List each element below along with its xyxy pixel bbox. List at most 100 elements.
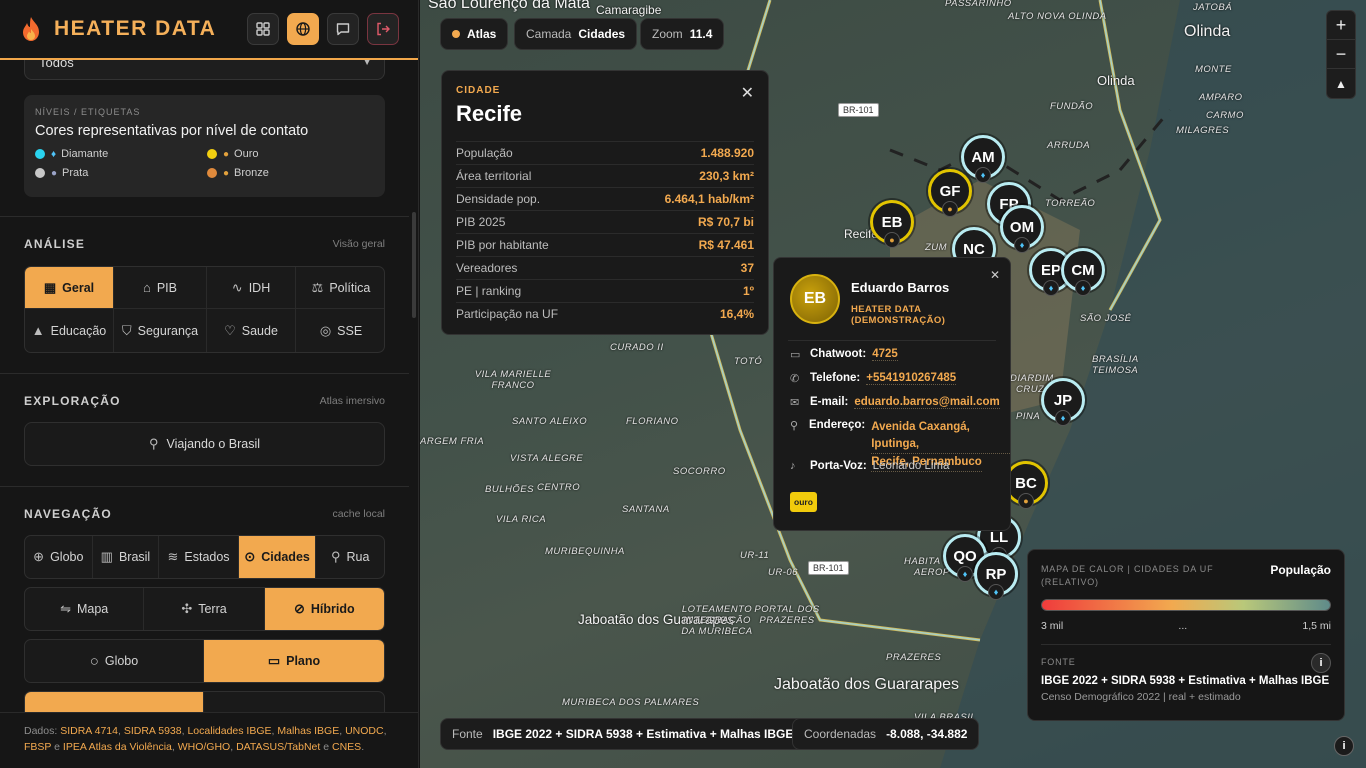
zoom-value: 11.4 [689, 27, 713, 41]
layer-chip[interactable]: Camada Cidades [514, 18, 638, 50]
city-stat-row: Densidade pop. 6.464,1 hab/km² [456, 187, 754, 210]
zoom-out-button[interactable]: − [1327, 40, 1355, 69]
projection-plano[interactable]: ▭ Plano [204, 640, 384, 682]
chat-button[interactable] [327, 13, 359, 45]
source-link[interactable]: Localidades IBGE [187, 725, 271, 737]
legend-label: Prata [62, 167, 89, 179]
legend-label: Ouro [234, 148, 259, 160]
chat-icon [336, 23, 350, 36]
analysis-tab-sse[interactable]: ◎ SSE [296, 309, 384, 352]
marker-code: LL [989, 528, 1009, 546]
tab-label: Geral [62, 280, 95, 295]
heatmap-source-detail: Censo Demográfico 2022 | real + estimado [1041, 691, 1241, 703]
compass-button[interactable]: ▲ [1327, 69, 1355, 98]
contact-row-spokesperson: ♪ Porta-Voz: Leonardo Lima [790, 460, 949, 472]
style-terra[interactable]: ✣ Terra [144, 588, 265, 630]
close-icon[interactable]: ✕ [990, 268, 1000, 282]
circle-icon: ○ [89, 652, 99, 670]
row-label: E-mail: [810, 396, 849, 408]
legend-item-prata: ● Prata [35, 167, 207, 179]
source-link[interactable]: SIDRA 5938 [124, 725, 182, 737]
address-link[interactable]: Avenida Caxangá, Iputinga, [871, 419, 1010, 454]
analysis-tab-saude[interactable]: ♡ Saude [207, 309, 296, 352]
marker-code: AM [971, 148, 995, 166]
nav-label: Globo [50, 550, 84, 564]
analysis-tab-politica[interactable]: ⚖ Política [296, 267, 384, 309]
tab-label: IDH [248, 280, 271, 295]
nav-level-rua[interactable]: ⚲ Rua [316, 536, 384, 578]
projection-selector: ○ Globo ▭ Plano [24, 639, 385, 683]
stat-label: PIB por habitante [456, 238, 549, 252]
nav-level-estados[interactable]: ≋ Estados [159, 536, 239, 578]
source-link[interactable]: SIDRA 4714 [60, 725, 118, 737]
analysis-tab-idh[interactable]: ∿ IDH [207, 267, 296, 309]
contact-marker[interactable]: RP ♦ [974, 552, 1018, 600]
marker-code: BC [1015, 474, 1037, 492]
map-label: SOCORRO [673, 466, 726, 477]
atlas-chip[interactable]: Atlas [440, 18, 509, 50]
zoom-in-button[interactable]: + [1327, 11, 1355, 40]
source-link[interactable]: DATASUS/TabNet [236, 741, 320, 753]
projection-label: Globo [104, 654, 139, 668]
source-link[interactable]: Malhas IBGE [277, 725, 339, 737]
navigation-header: NAVEGAÇÃO cache local [24, 507, 385, 521]
map-label: DIARDIM [1010, 373, 1054, 384]
nav-level-cidades[interactable]: ⊙ Cidades [238, 536, 317, 578]
contact-marker[interactable]: AM ♦ [961, 135, 1005, 183]
contact-marker[interactable]: OM ♦ [1000, 205, 1044, 253]
map-label: AMPARO [1199, 92, 1243, 103]
phone-link[interactable]: +5541910267485 [866, 372, 957, 385]
contact-marker[interactable]: JP ♦ [1041, 378, 1085, 426]
city-stat-row: Área territorial 230,3 km² [456, 164, 754, 187]
source-link[interactable]: UNODC [345, 725, 384, 737]
map-label: UR-06 [768, 567, 798, 578]
target-icon: ◎ [319, 322, 332, 338]
analysis-tab-seguranca[interactable]: ⛉ Segurança [114, 309, 207, 352]
style-mapa[interactable]: ⇋ Mapa [25, 588, 145, 630]
marker-code: EP [1040, 261, 1061, 279]
travel-brazil-button[interactable]: ⚲ Viajando o Brasil [24, 422, 385, 466]
graduation-icon: ▲ [31, 323, 45, 338]
mail-icon: ✉ [790, 397, 800, 409]
marker-code: OM [1009, 218, 1035, 236]
tab-label: SSE [337, 323, 363, 338]
style-hibrido[interactable]: ⊘ Híbrido [264, 588, 384, 630]
globe-view-button[interactable] [287, 13, 319, 45]
source-link[interactable]: CNES [332, 741, 361, 753]
legend-label: Bronze [234, 167, 269, 179]
source-link[interactable]: WHO/GHO [178, 741, 231, 753]
close-icon[interactable]: ✕ [741, 83, 754, 103]
stat-label: População [456, 146, 513, 160]
heatmap-metric[interactable]: População [1270, 563, 1331, 577]
attribution-info-icon[interactable]: i [1334, 736, 1354, 756]
logout-button[interactable] [367, 13, 399, 45]
projection-globo[interactable]: ○ Globo [25, 640, 204, 682]
info-icon[interactable]: i [1311, 653, 1331, 673]
nav-level-globo[interactable]: ⊕ Globo [25, 536, 93, 578]
contact-marker[interactable]: GF ● [928, 169, 972, 217]
logout-icon [377, 22, 390, 36]
map-label: São Lourenço da Mata [428, 0, 590, 12]
nav-level-brasil[interactable]: ▥ Brasil [93, 536, 160, 578]
sidebar-scrollbar[interactable] [412, 212, 416, 318]
map-label: Jaboatão dos Guararapes [578, 612, 735, 627]
map-canvas[interactable]: São Lourenço da Mata Camaragibe PASSARIN… [420, 0, 1366, 768]
contact-marker[interactable]: CM ♦ [1061, 248, 1105, 296]
contact-info-card: ✕ EB Eduardo Barros HEATER DATA (DEMONST… [773, 257, 1011, 531]
analysis-tab-educacao[interactable]: ▲ Educação [25, 309, 114, 352]
source-link[interactable]: FBSP [24, 741, 51, 753]
analysis-tab-geral[interactable]: ▦ Geral [25, 267, 114, 309]
grid-view-button[interactable] [247, 13, 279, 45]
map-label: Camaragibe [596, 3, 662, 17]
contact-name: Eduardo Barros [851, 280, 950, 295]
map-label: VILA RICA [496, 514, 547, 525]
layer-label: Camada [526, 27, 572, 41]
analysis-tab-pib[interactable]: ⌂ PIB [114, 267, 207, 309]
chatwoot-link[interactable]: 4725 [872, 348, 898, 361]
source-link[interactable]: IPEA Atlas da Violência [63, 741, 172, 753]
stat-label: PE | ranking [456, 284, 522, 298]
email-link[interactable]: eduardo.barros@mail.com [854, 396, 1000, 409]
legend-item-ouro: ● Ouro [207, 148, 367, 160]
contact-marker[interactable]: EB ● [870, 200, 914, 248]
contact-row-email: ✉ E-mail: eduardo.barros@mail.com [790, 396, 1000, 409]
